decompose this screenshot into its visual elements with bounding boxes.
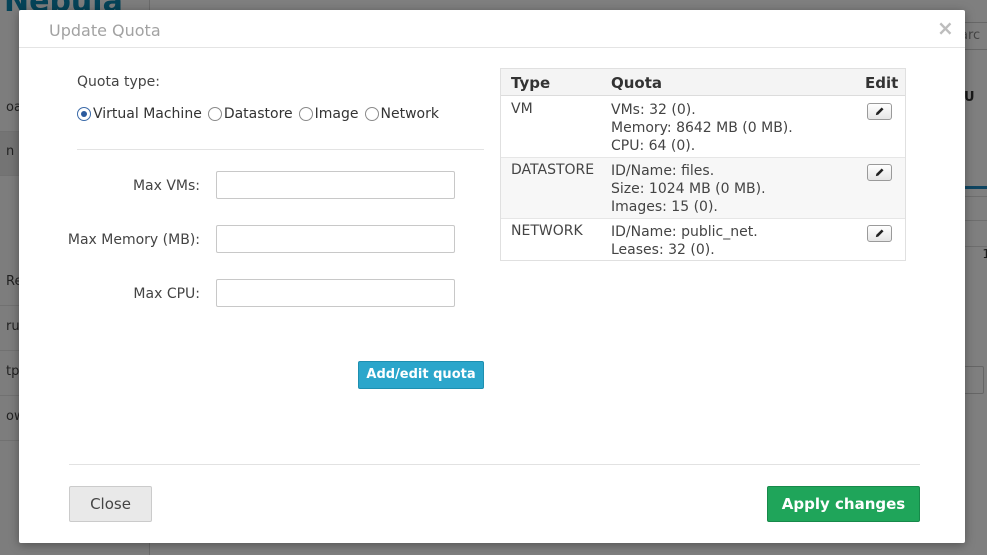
add-edit-quota-button[interactable]: Add/edit quota bbox=[358, 361, 484, 389]
column-header-type: Type bbox=[511, 74, 551, 92]
quota-type-radio-group: Virtual Machine Datastore Image Network bbox=[77, 105, 445, 123]
table-row: NETWORK ID/Name: public_net. Leases: 32 … bbox=[501, 219, 905, 261]
quota-line: CPU: 64 (0). bbox=[611, 138, 696, 154]
radio-network[interactable]: Network bbox=[364, 106, 439, 122]
radio-button-icon[interactable] bbox=[77, 107, 91, 121]
update-quota-dialog: Update Quota × Quota type: Virtual Machi… bbox=[19, 10, 965, 543]
row-type: VM bbox=[511, 101, 533, 117]
row-quota: VMs: 32 (0). Memory: 8642 MB (0 MB). CPU… bbox=[611, 101, 793, 155]
quota-line: ID/Name: public_net. bbox=[611, 224, 758, 240]
edit-datastore-quota-button[interactable] bbox=[867, 164, 892, 181]
radio-image[interactable]: Image bbox=[298, 106, 359, 122]
radio-label: Network bbox=[380, 106, 439, 122]
edit-vm-quota-button[interactable] bbox=[867, 103, 892, 120]
footer-divider bbox=[69, 464, 920, 465]
max-memory-label: Max Memory (MB): bbox=[67, 232, 200, 248]
quota-type-label: Quota type: bbox=[77, 74, 160, 90]
table-row: VM VMs: 32 (0). Memory: 8642 MB (0 MB). … bbox=[501, 97, 905, 158]
pencil-icon bbox=[875, 229, 884, 238]
dialog-title: Update Quota bbox=[49, 21, 161, 40]
column-header-edit: Edit bbox=[865, 74, 899, 92]
form-divider bbox=[77, 149, 484, 150]
max-cpu-input[interactable] bbox=[216, 279, 455, 307]
row-quota: ID/Name: public_net. Leases: 32 (0). bbox=[611, 223, 758, 259]
row-quota: ID/Name: files. Size: 1024 MB (0 MB). Im… bbox=[611, 162, 766, 216]
quota-line: Leases: 32 (0). bbox=[611, 242, 715, 258]
quota-line: Images: 15 (0). bbox=[611, 199, 718, 215]
row-type: NETWORK bbox=[511, 223, 583, 239]
max-vms-label: Max VMs: bbox=[132, 178, 200, 194]
radio-button-icon[interactable] bbox=[364, 107, 379, 121]
edit-network-quota-button[interactable] bbox=[867, 225, 892, 242]
dialog-header: Update Quota × bbox=[19, 10, 965, 48]
quota-line: ID/Name: files. bbox=[611, 163, 715, 179]
radio-label: Virtual Machine bbox=[93, 106, 202, 122]
max-vms-input[interactable] bbox=[216, 171, 455, 199]
table-header: Type Quota Edit bbox=[501, 69, 905, 96]
quota-table: Type Quota Edit VM VMs: 32 (0). Memory: … bbox=[500, 68, 906, 261]
max-cpu-label: Max CPU: bbox=[133, 286, 200, 302]
row-type: DATASTORE bbox=[511, 162, 595, 178]
quota-line: Memory: 8642 MB (0 MB). bbox=[611, 120, 793, 136]
radio-label: Image bbox=[314, 106, 359, 122]
quota-line: Size: 1024 MB (0 MB). bbox=[611, 181, 766, 197]
radio-button-icon[interactable] bbox=[298, 107, 313, 121]
pencil-icon bbox=[875, 107, 884, 116]
close-button[interactable]: Close bbox=[69, 486, 152, 522]
max-memory-input[interactable] bbox=[216, 225, 455, 253]
quota-line: VMs: 32 (0). bbox=[611, 102, 696, 118]
table-row: DATASTORE ID/Name: files. Size: 1024 MB … bbox=[501, 158, 905, 219]
pencil-icon bbox=[875, 168, 884, 177]
radio-button-icon[interactable] bbox=[207, 107, 222, 121]
radio-datastore[interactable]: Datastore bbox=[207, 106, 293, 122]
radio-label: Datastore bbox=[223, 106, 293, 122]
apply-changes-button[interactable]: Apply changes bbox=[767, 486, 920, 522]
close-icon[interactable]: × bbox=[937, 18, 954, 38]
column-header-quota: Quota bbox=[611, 74, 663, 92]
radio-virtual-machine[interactable]: Virtual Machine bbox=[77, 106, 202, 122]
